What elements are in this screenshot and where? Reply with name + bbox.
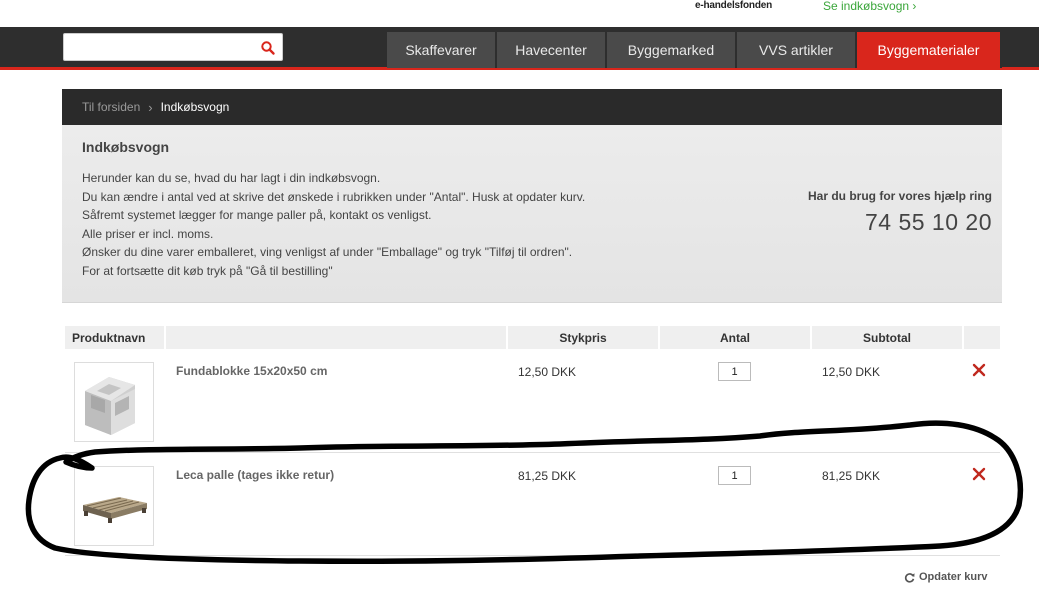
unit-price: 81,25 DKK (518, 469, 577, 483)
tab-havecenter[interactable]: Havecenter (497, 32, 607, 68)
see-cart-link[interactable]: Se indkøbsvogn › (823, 0, 916, 13)
breadcrumb-current: Indkøbsvogn (160, 100, 230, 114)
update-cart-label: Opdater kurv (919, 571, 988, 583)
row-subtotal: 12,50 DKK (822, 365, 881, 379)
column-header-product: Produktnavn (65, 326, 164, 349)
product-name[interactable]: Leca palle (tages ikke retur) (176, 468, 334, 482)
quantity-input[interactable] (718, 466, 751, 485)
table-row: Fundablokke 15x20x50 cm 12,50 DKK 12,50 … (65, 349, 1000, 452)
update-cart-button[interactable]: Opdater kurv (904, 571, 987, 583)
chevron-right-icon: › (148, 99, 153, 115)
instruction-line: Herunder kan du se, hvad du har lagt i d… (82, 171, 381, 185)
tab-vvs-artikler[interactable]: VVS artikler (737, 32, 857, 68)
row-subtotal: 81,25 DKK (822, 469, 881, 483)
ehandelsfonden-logo[interactable]: e-handelsfonden (695, 0, 772, 11)
cart-info-panel: Indkøbsvogn Herunder kan du se, hvad du … (62, 125, 1002, 303)
product-thumbnail[interactable] (74, 466, 154, 546)
help-phone-number: 74 55 10 20 (864, 209, 992, 235)
help-label: Har du brug for vores hjælp ring (807, 189, 992, 203)
product-name[interactable]: Fundablokke 15x20x50 cm (176, 364, 327, 378)
table-row: Leca palle (tages ikke retur) 81,25 DKK … (65, 452, 1000, 555)
help-contact: Har du brug for vores hjælp ring 74 55 1… (808, 189, 992, 236)
column-header-remove (964, 326, 1000, 349)
column-header-subtotal: Subtotal (812, 326, 962, 349)
instruction-line: Såfremt systemet lægger for mange paller… (82, 208, 432, 223)
tab-byggemarked[interactable]: Byggemarked (607, 32, 737, 68)
search-box (63, 33, 283, 61)
instruction-line: Ønsker du dine varer emballeret, ving ve… (82, 245, 573, 260)
category-tabs: Skaffevarer Havecenter Byggemarked VVS a… (387, 32, 1002, 68)
concrete-block-image (85, 377, 135, 435)
product-thumbnail[interactable] (74, 362, 154, 442)
page-title: Indkøbsvogn (82, 139, 170, 155)
instruction-line: Alle priser er incl. moms. (82, 226, 214, 241)
wooden-pallet-image (83, 497, 147, 523)
breadcrumb: Til forsiden › Indkøbsvogn (62, 89, 1002, 125)
refresh-icon (904, 572, 915, 583)
tab-skaffevarer[interactable]: Skaffevarer (387, 32, 497, 68)
cart-instructions: Herunder kan du se, hvad du har lagt i d… (82, 169, 585, 281)
top-strip: e-handelsfonden Se indkøbsvogn › (0, 0, 1039, 27)
unit-price: 12,50 DKK (518, 365, 577, 379)
remove-item-icon[interactable] (972, 363, 986, 377)
column-header-price: Stykpris (508, 326, 658, 349)
instruction-line: Du kan ændre i antal ved at skrive det ø… (82, 189, 586, 204)
breadcrumb-home-link[interactable]: Til forsiden (82, 100, 140, 114)
instruction-line: For at fortsætte dit køb tryk på "Gå til… (82, 263, 333, 278)
remove-item-icon[interactable] (972, 467, 986, 481)
search-input[interactable] (70, 39, 255, 57)
column-header-qty: Antal (660, 326, 810, 349)
search-icon[interactable] (260, 40, 276, 56)
column-header-blank (166, 326, 506, 349)
table-divider (65, 555, 1000, 556)
tab-byggematerialer[interactable]: Byggematerialer (857, 32, 1002, 68)
quantity-input[interactable] (718, 362, 751, 381)
